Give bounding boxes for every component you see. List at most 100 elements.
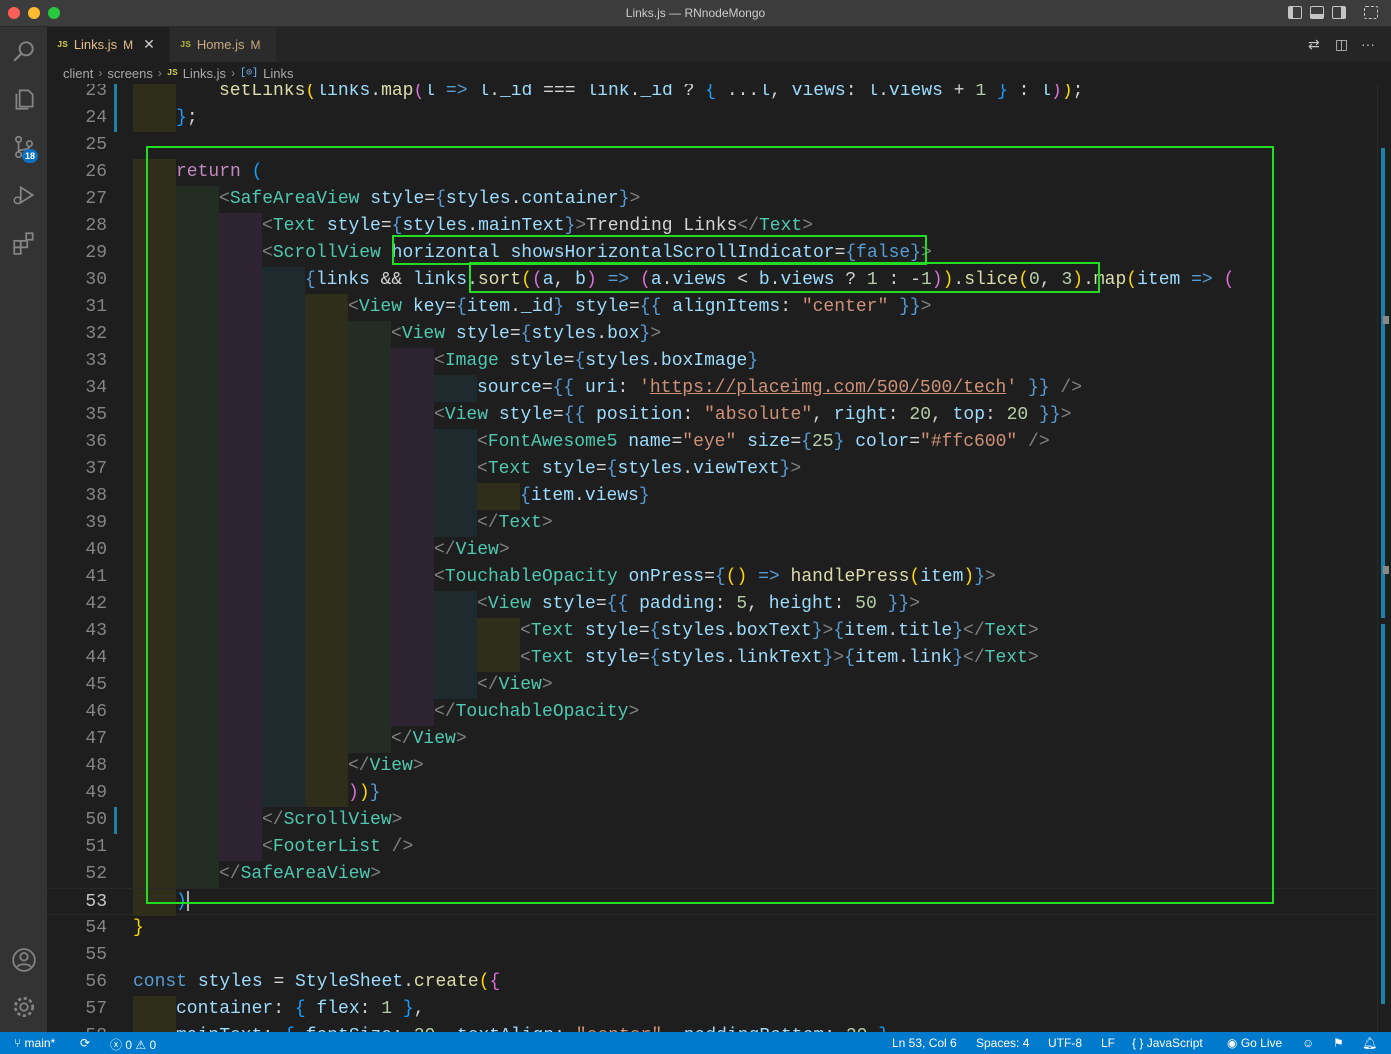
indent-guide	[133, 213, 176, 240]
line-number: 55	[85, 945, 107, 965]
overview-change-marker	[1381, 624, 1385, 1004]
indent-guide	[176, 834, 219, 861]
branch-indicator[interactable]: ⑂ main*	[14, 1036, 55, 1050]
status-bar: ⑂ main* ⟳ ⓧ 0 ⚠ 0 Ln 53, Col 6 Spaces: 4…	[0, 1032, 1391, 1054]
indent-guide	[305, 672, 348, 699]
go-live-button[interactable]: ◉ Go Live	[1227, 1036, 1282, 1050]
indent-guide	[434, 645, 477, 672]
indent-guide	[262, 402, 305, 429]
open-changes-icon[interactable]: ⇄	[1308, 36, 1320, 53]
line-number: 51	[85, 837, 107, 857]
breadcrumb-item[interactable]: Links	[263, 66, 293, 81]
indent-guide	[176, 240, 219, 267]
modified-indicator: M	[123, 37, 134, 52]
indent-guide	[434, 618, 477, 645]
indent-guide	[305, 564, 348, 591]
explorer-view-button[interactable]	[0, 77, 47, 121]
code-line: 40 </View>	[47, 537, 1377, 564]
indent-guide	[262, 456, 305, 483]
breadcrumb-item[interactable]: screens	[107, 66, 153, 81]
indent-guide	[133, 753, 176, 780]
code-text: <FontAwesome5 name="eye" size={25} color…	[477, 432, 1050, 452]
code-line: 37 <Text style={styles.viewText}>	[47, 456, 1377, 483]
indent-guide	[219, 753, 262, 780]
indent-guide	[176, 348, 219, 375]
tab-home-js[interactable]: JS Home.js M	[170, 27, 276, 62]
indent-guide	[434, 672, 477, 699]
code-text: </ScrollView>	[262, 810, 403, 830]
line-number: 46	[85, 702, 107, 722]
indent-guide	[176, 537, 219, 564]
line-number: 35	[85, 405, 107, 425]
customize-layout-icon[interactable]	[1364, 6, 1378, 19]
toggle-secondary-sidebar-icon[interactable]	[1332, 6, 1346, 19]
breadcrumb-item[interactable]: client	[63, 66, 93, 81]
indent-guide	[176, 699, 219, 726]
indent-guide	[348, 348, 391, 375]
language-mode[interactable]: { } JavaScript	[1132, 1036, 1203, 1050]
manage-button[interactable]	[0, 985, 47, 1029]
warning-icon: ⚠	[135, 1038, 147, 1052]
indent-guide	[434, 483, 477, 510]
feedback-icon[interactable]: ⚑	[1333, 1036, 1344, 1050]
breadcrumb-item[interactable]: Links.js	[183, 66, 226, 81]
code-text: container: { flex: 1 },	[176, 999, 425, 1019]
run-debug-view-button[interactable]	[0, 173, 47, 217]
indent-guide	[176, 726, 219, 753]
close-tab-icon[interactable]: ✕	[143, 36, 155, 53]
indent-guide	[348, 402, 391, 429]
code-text: {links && links.sort((a, b) => (a.views …	[305, 270, 1235, 290]
encoding-setting[interactable]: UTF-8	[1048, 1036, 1082, 1050]
indent-guide	[133, 483, 176, 510]
code-line: 39 </Text>	[47, 510, 1377, 537]
problems-indicator[interactable]: ⓧ 0 ⚠ 0	[110, 1036, 156, 1053]
title-bar: Links.js — RNnodeMongo	[0, 0, 1391, 27]
breadcrumb: client › screens › JS Links.js › [⊙] Lin…	[47, 62, 1391, 84]
javascript-file-icon: JS	[180, 39, 191, 50]
indent-guide	[133, 591, 176, 618]
sync-icon[interactable]: ⟳	[80, 1036, 90, 1050]
code-line: 47 </View>	[47, 726, 1377, 753]
line-number: 54	[85, 918, 107, 938]
cursor-position[interactable]: Ln 53, Col 6	[892, 1036, 957, 1050]
indent-guide	[176, 186, 219, 213]
indent-guide	[133, 1023, 176, 1032]
notifications-bell-icon[interactable]: 🔔︎	[1362, 1036, 1377, 1050]
indent-guide	[133, 726, 176, 753]
indent-guide	[348, 537, 391, 564]
code-editor[interactable]: 23 setLinks(links.map(l => l._id === lin…	[47, 84, 1377, 1032]
source-control-view-button[interactable]: 18	[0, 125, 47, 169]
indent-guide	[133, 375, 176, 402]
indent-guide	[348, 321, 391, 348]
indent-guide	[176, 483, 219, 510]
indent-guide	[305, 591, 348, 618]
indent-guide	[391, 618, 434, 645]
scroll-thumb[interactable]	[1383, 316, 1389, 324]
indent-guide	[176, 510, 219, 537]
editor-scrollbar[interactable]	[1377, 84, 1391, 1032]
code-text: <ScrollView horizontal showsHorizontalSc…	[262, 243, 932, 263]
extensions-view-button[interactable]	[0, 221, 47, 265]
indent-guide	[305, 726, 348, 753]
code-text: <Image style={styles.boxImage}	[434, 351, 759, 371]
indent-guide	[133, 267, 176, 294]
search-view-button[interactable]	[0, 29, 47, 73]
toggle-primary-sidebar-icon[interactable]	[1288, 6, 1302, 19]
branch-name: main*	[24, 1036, 56, 1050]
indent-guide	[176, 807, 219, 834]
toggle-panel-icon[interactable]	[1310, 6, 1324, 19]
accounts-button[interactable]	[0, 938, 47, 982]
split-editor-icon[interactable]: ◫	[1335, 36, 1348, 53]
indent-guide	[133, 321, 176, 348]
indent-guide	[133, 159, 176, 186]
line-number: 26	[85, 162, 107, 182]
more-actions-icon[interactable]: ···	[1361, 36, 1375, 52]
copilot-icon[interactable]: ☺	[1302, 1036, 1314, 1050]
indent-guide	[133, 402, 176, 429]
indentation-setting[interactable]: Spaces: 4	[976, 1036, 1029, 1050]
line-ending-setting[interactable]: LF	[1101, 1036, 1115, 1050]
indent-guide	[219, 375, 262, 402]
tab-links-js[interactable]: JS Links.js M ✕	[47, 27, 169, 62]
code-text: }	[133, 918, 144, 938]
code-text: return (	[176, 162, 263, 182]
